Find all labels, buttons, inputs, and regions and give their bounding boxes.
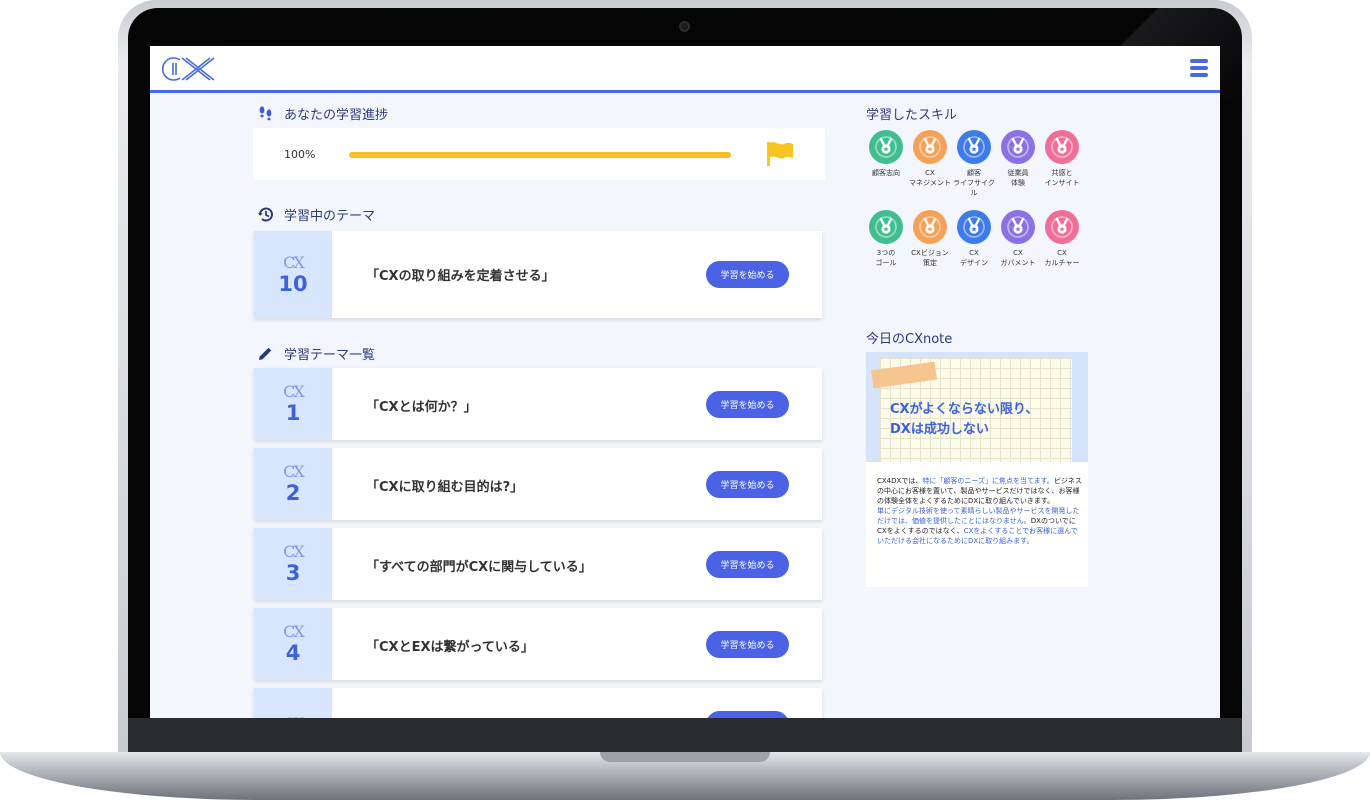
skills-section-title: 学習したスキル	[866, 104, 957, 123]
medal-icon	[957, 210, 991, 244]
progress-bar	[349, 152, 731, 158]
theme-brand: CX	[283, 715, 305, 719]
screen-chin	[128, 718, 1242, 756]
start-learning-button[interactable]: 学習を始める	[706, 631, 789, 658]
skill-label: CX ガバメント	[1000, 249, 1036, 267]
start-learning-button[interactable]: 学習を始める	[706, 471, 789, 498]
skills-title-label: 学習したスキル	[866, 108, 958, 123]
note-title-label: 今日のCXnote	[866, 332, 953, 347]
medal-icon	[1001, 130, 1035, 164]
skill-badge[interactable]: CX ガバメント	[996, 210, 1040, 268]
theme-number-badge: CX 3	[254, 528, 332, 600]
theme-list-item[interactable]: CX 3 「すべての部門がCXに関与している」 学習を始める	[254, 528, 822, 600]
skill-badge[interactable]: 共感と インサイト	[1040, 130, 1084, 198]
skill-label: CX デザイン	[960, 249, 988, 267]
app-screen: CX あなたの学習進捗 100% 学習中のテーマ	[150, 46, 1220, 718]
note-body: CX4DXでは、特に「顧客のニーズ」に焦点を当てます。ビジネスの中心にお客様を置…	[877, 476, 1083, 546]
theme-list-item[interactable]: CX 4 「CXとEXは繋がっている」 学習を始める	[254, 608, 822, 680]
theme-list-item[interactable]: CX	[254, 688, 822, 718]
medal-icon	[913, 130, 947, 164]
start-learning-button[interactable]: 学習を始める	[706, 551, 789, 578]
medal-icon	[1045, 130, 1079, 164]
theme-number: 3	[285, 561, 301, 585]
progress-percent: 100%	[284, 148, 316, 161]
cx-logo[interactable]: CX	[160, 54, 216, 84]
theme-number-badge: CX 2	[254, 448, 332, 520]
skill-badge[interactable]: CXビジョン 策定	[908, 210, 952, 268]
theme-title: 「CXとは何か？」	[366, 400, 477, 415]
start-learning-button[interactable]	[706, 711, 789, 718]
skill-badge[interactable]: CX カルチャー	[1040, 210, 1084, 268]
note-headline: CXがよくならない限り、 DXは成功しない	[890, 402, 1039, 437]
skill-label: 3つの ゴール	[875, 249, 897, 267]
progress-section-title: あなたの学習進捗	[257, 104, 388, 123]
skill-label: 従業員 体験	[1007, 169, 1029, 187]
note-text-highlight: 特に「顧客のニーズ」に焦点を当てます。	[922, 477, 1054, 485]
theme-brand: CX	[283, 542, 305, 561]
note-text: CX4DXでは、	[877, 477, 923, 485]
medal-icon	[913, 210, 947, 244]
current-theme-card[interactable]: CX 10 「CXの取り組みを定着させる」 学習を始める	[254, 231, 822, 318]
pencil-icon	[259, 347, 272, 360]
theme-list-item[interactable]: CX 1 「CXとは何か？」 学習を始める	[254, 368, 822, 440]
theme-title: 「CXとEXは繋がっている」	[366, 640, 534, 655]
skill-badge[interactable]: CX マネジメント	[908, 130, 952, 198]
skills-row-1: 顧客志向 CX マネジメント 顧客 ライフサイク ル従業員 体験 共感と インサイト	[864, 130, 1084, 198]
skill-badge[interactable]: CX デザイン	[952, 210, 996, 268]
theme-brand: CX	[283, 462, 305, 481]
skills-row-2: 3つの ゴール CXビジョン 策定 CX デザイン CX ガバメント CX カルチャー	[864, 210, 1084, 268]
theme-number-badge: CX 1	[254, 368, 332, 440]
medal-icon	[1045, 210, 1079, 244]
current-title-label: 学習中のテーマ	[284, 209, 376, 224]
list-title-label: 学習テーマ一覧	[284, 348, 376, 363]
start-learning-button[interactable]: 学習を始める	[706, 391, 789, 418]
footprints-icon	[259, 106, 272, 121]
theme-title: 「CXの取り組みを定着させる」	[366, 269, 555, 284]
hamburger-menu-icon[interactable]	[1190, 59, 1208, 79]
medal-icon	[869, 210, 903, 244]
skill-badge[interactable]: 顧客 ライフサイク ル	[952, 130, 996, 198]
progress-title-label: あなたの学習進捗	[284, 108, 389, 123]
note-image: CXがよくならない限り、 DXは成功しない	[866, 352, 1088, 462]
theme-number-badge: CX 4	[254, 608, 332, 680]
skill-badge[interactable]: 3つの ゴール	[864, 210, 908, 268]
skill-badge[interactable]: 従業員 体験	[996, 130, 1040, 198]
theme-title: 「CXに取り組む目的は?」	[366, 480, 524, 495]
theme-brand: CX	[283, 252, 305, 272]
skill-label: 顧客志向	[872, 169, 900, 177]
top-bar: CX	[150, 46, 1220, 93]
theme-number: 2	[285, 481, 301, 505]
progress-bar-fill	[349, 152, 731, 158]
goal-flag-icon	[767, 142, 793, 166]
theme-brand: CX	[283, 622, 305, 641]
theme-brand: CX	[283, 382, 305, 401]
skill-label: 共感と インサイト	[1044, 169, 1080, 187]
medal-icon	[957, 130, 991, 164]
theme-number-badge: CX 10	[254, 231, 332, 318]
webcam-icon	[679, 21, 690, 32]
skill-label: CXビジョン 策定	[911, 249, 949, 267]
skill-label: 顧客 ライフサイク ル	[953, 169, 995, 197]
current-section-title: 学習中のテーマ	[257, 205, 375, 224]
progress-card: 100%	[253, 128, 825, 180]
list-section-title: 学習テーマ一覧	[257, 344, 375, 363]
start-learning-button[interactable]: 学習を始める	[706, 261, 789, 288]
cxnote-card[interactable]: CXがよくならない限り、 DXは成功しない CX4DXでは、特に「顧客のニーズ」…	[866, 352, 1088, 587]
skill-label: CX マネジメント	[909, 169, 951, 187]
theme-title: 「すべての部門がCXに関与している」	[366, 560, 592, 575]
medal-icon	[869, 130, 903, 164]
skill-label: CX カルチャー	[1044, 249, 1080, 267]
theme-number: 4	[285, 641, 301, 665]
history-icon	[258, 207, 273, 222]
theme-number: 1	[285, 401, 301, 425]
theme-list-item[interactable]: CX 2 「CXに取り組む目的は?」 学習を始める	[254, 448, 822, 520]
theme-number: 10	[278, 271, 308, 296]
skill-badge[interactable]: 顧客志向	[864, 130, 908, 198]
note-section-title: 今日のCXnote	[866, 328, 952, 347]
theme-number-badge: CX	[254, 688, 332, 718]
base-notch	[600, 752, 770, 762]
laptop-frame: CX あなたの学習進捗 100% 学習中のテーマ	[0, 0, 1370, 800]
medal-icon	[1001, 210, 1035, 244]
